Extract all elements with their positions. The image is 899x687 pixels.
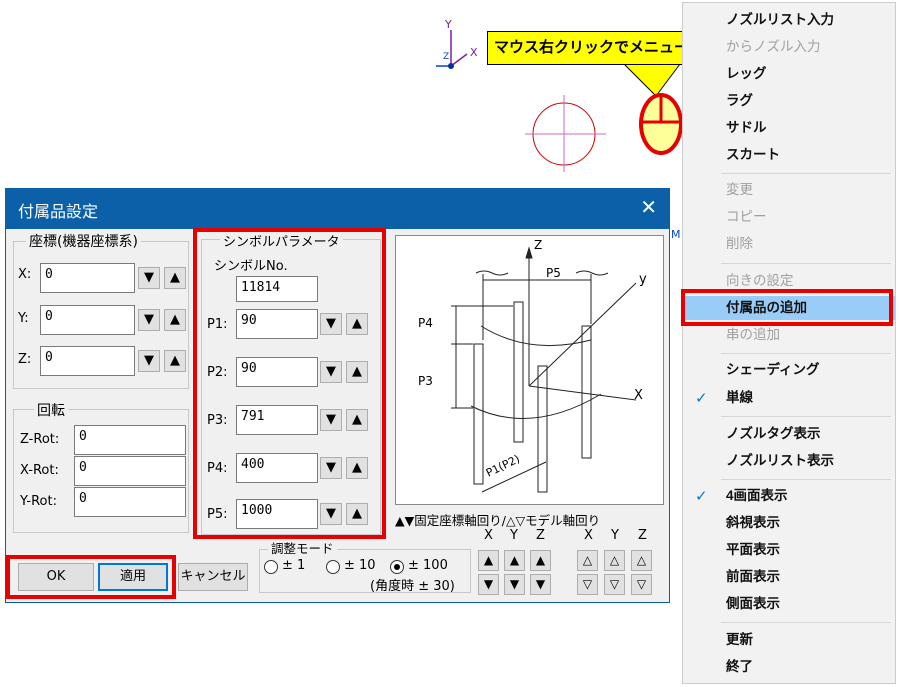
diagram-z-label: Z	[534, 238, 543, 252]
coord-z-label: Z:	[18, 352, 32, 367]
menu-item-copy[interactable]: コピー	[683, 205, 895, 229]
axis-y-label: Y	[445, 18, 452, 31]
coord-z-input[interactable]: 0	[40, 346, 135, 376]
coord-x-down-button[interactable]: ▼	[138, 267, 160, 289]
model-axis-z-header: Z	[638, 528, 647, 543]
axis-x-label: X	[470, 46, 478, 59]
fixed-z-down-button[interactable]: ▼	[530, 574, 551, 595]
fixed-y-down-button[interactable]: ▼	[504, 574, 525, 595]
zrot-label: Z-Rot:	[20, 432, 60, 447]
menu-item-plan-view[interactable]: 平面表示	[683, 538, 895, 562]
fixed-x-down-button[interactable]: ▼	[478, 574, 499, 595]
xrot-label: X-Rot:	[20, 463, 59, 478]
model-y-down-button[interactable]: ▽	[604, 574, 625, 595]
fixed-axis-x-header: X	[484, 528, 493, 543]
fixed-z-up-button[interactable]: ▲	[530, 550, 551, 571]
dialog-title: 付属品設定	[18, 202, 99, 221]
diagram-p4-label: P4	[418, 316, 433, 330]
menu-item-single-line[interactable]: 単線	[683, 386, 895, 410]
coord-y-label: Y:	[18, 311, 29, 326]
menu-separator	[721, 263, 891, 264]
menu-item-lug[interactable]: ラグ	[683, 89, 895, 113]
menu-item-nozzle-list[interactable]: ノズルリスト表示	[683, 449, 895, 473]
yrot-input[interactable]: 0	[74, 487, 186, 517]
model-x-up-button[interactable]: △	[577, 550, 598, 571]
adjust-radio-1-label: ± 1	[282, 558, 306, 573]
menu-highlight-frame	[681, 289, 893, 326]
yrot-label: Y-Rot:	[20, 494, 57, 509]
mouse-icon	[639, 93, 683, 155]
menu-item-side-view[interactable]: 側面表示	[683, 592, 895, 616]
menu-separator	[721, 416, 891, 417]
dialog-titlebar: 付属品設定 ✕	[6, 189, 669, 229]
menu-item-shading[interactable]: シェーディング	[683, 358, 895, 382]
diagram-y-label: y	[639, 272, 647, 287]
angle-note: (角度時 ± 30)	[370, 579, 455, 594]
diagram-x-label: X	[634, 388, 643, 403]
menu-item-modify[interactable]: 変更	[683, 178, 895, 202]
menu-item-four-view[interactable]: 4画面表示	[683, 484, 895, 508]
fixed-axis-y-header: Y	[510, 528, 518, 543]
menu-item-saddle[interactable]: サドル	[683, 116, 895, 140]
xrot-input[interactable]: 0	[74, 456, 186, 486]
adjust-radio-100[interactable]	[390, 560, 404, 574]
coord-group-title: 座標(機器座標系)	[26, 231, 141, 251]
adjust-radio-10-label: ± 10	[344, 558, 376, 573]
model-axis-x-header: X	[584, 528, 593, 543]
rotate-caption: ▲▼固定座標軸回り/△▽モデル軸回り	[395, 513, 601, 528]
menu-item-nozzle-list-input[interactable]: ノズルリスト入力	[683, 8, 895, 32]
menu-item-oblique-view[interactable]: 斜視表示	[683, 511, 895, 535]
menu-item-nozzle-tag[interactable]: ノズルタグ表示	[683, 422, 895, 446]
adjust-radio-10[interactable]	[326, 560, 340, 574]
context-menu: ノズルリスト入力 からノズル入力 レッグ ラグ サドル スカート 変更 コピー …	[682, 2, 896, 684]
symbol-params-highlight-frame	[193, 228, 386, 539]
menu-item-nozzle-input-from[interactable]: からノズル入力	[683, 35, 895, 59]
menu-item-add-skewer[interactable]: 串の追加	[683, 323, 895, 347]
model-z-up-button[interactable]: △	[631, 550, 652, 571]
adjust-mode-title: 調整モード	[268, 538, 337, 557]
menu-item-delete[interactable]: 削除	[683, 232, 895, 256]
symbol-diagram-drawing	[451, 246, 637, 493]
coord-x-label: X:	[18, 267, 32, 282]
coord-y-input[interactable]: 0	[40, 305, 135, 335]
diagram-p5-label: P5	[546, 266, 561, 280]
diagram-p3-label: P3	[418, 374, 433, 388]
coord-x-input[interactable]: 0	[40, 263, 135, 293]
coord-x-up-button[interactable]: ▲	[164, 267, 186, 289]
menu-item-front-view[interactable]: 前面表示	[683, 565, 895, 589]
menu-item-refresh[interactable]: 更新	[683, 628, 895, 652]
symbol-diagram: Z y X P5 P4 P3 P1(P2)	[395, 235, 664, 505]
coord-z-up-button[interactable]: ▲	[164, 350, 186, 372]
fixed-y-up-button[interactable]: ▲	[504, 550, 525, 571]
buttons-highlight-frame	[6, 555, 176, 599]
coord-y-down-button[interactable]: ▼	[138, 309, 160, 331]
rotation-group-title: 回転	[34, 400, 68, 420]
adjust-radio-1[interactable]	[264, 560, 278, 574]
coord-y-up-button[interactable]: ▲	[164, 309, 186, 331]
fixed-axis-z-header: Z	[536, 528, 545, 543]
fixed-x-up-button[interactable]: ▲	[478, 550, 499, 571]
model-y-up-button[interactable]: △	[604, 550, 625, 571]
menu-item-skirt[interactable]: スカート	[683, 143, 895, 167]
menu-separator	[721, 173, 891, 174]
stray-label: M	[671, 228, 681, 241]
model-axis-y-header: Y	[611, 528, 619, 543]
close-icon[interactable]: ✕	[640, 195, 657, 219]
model-x-down-button[interactable]: ▽	[577, 574, 598, 595]
menu-item-exit[interactable]: 終了	[683, 655, 895, 679]
zrot-input[interactable]: 0	[74, 425, 186, 455]
adjust-radio-100-label: ± 100	[408, 558, 448, 573]
coord-z-down-button[interactable]: ▼	[138, 350, 160, 372]
menu-separator	[721, 479, 891, 480]
model-z-down-button[interactable]: ▽	[631, 574, 652, 595]
menu-separator	[721, 353, 891, 354]
cancel-button[interactable]: キャンセル	[178, 563, 248, 591]
menu-item-leg[interactable]: レッグ	[683, 62, 895, 86]
menu-separator	[721, 622, 891, 623]
axis-z-label: Z	[443, 52, 450, 62]
